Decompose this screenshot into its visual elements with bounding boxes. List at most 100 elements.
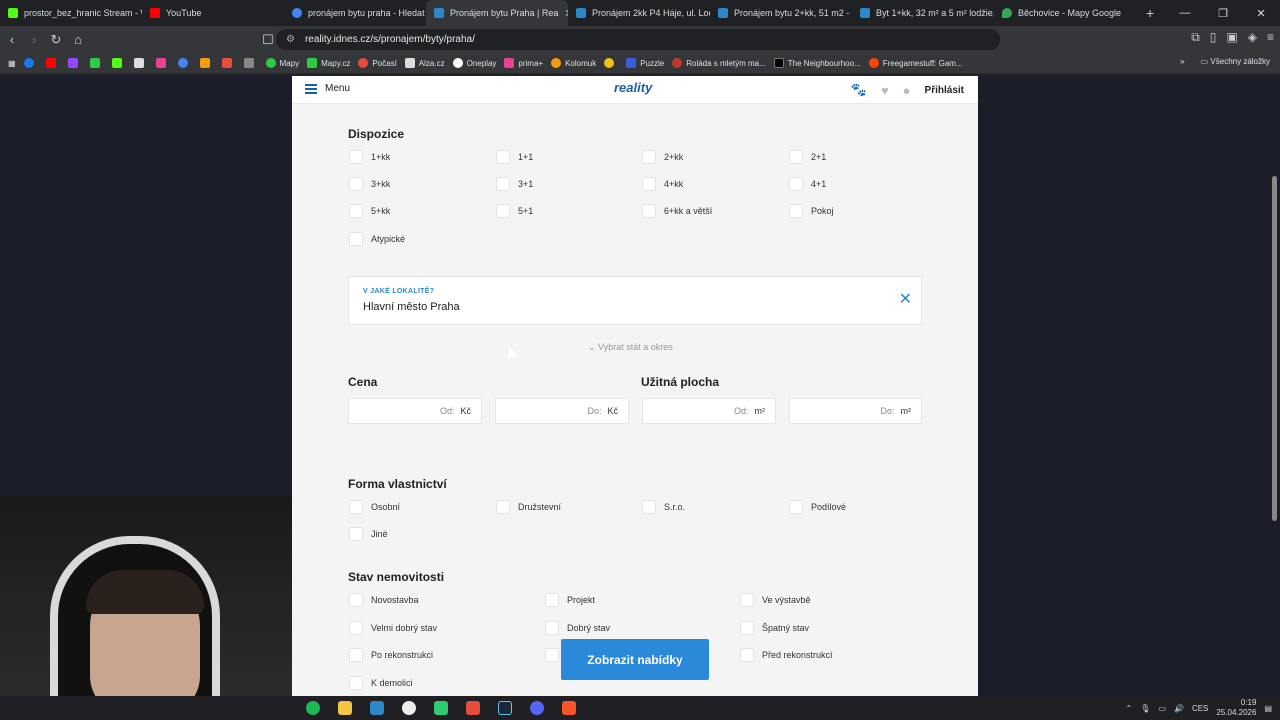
checkbox-box[interactable] [740, 648, 754, 662]
bookmark-icon[interactable] [243, 58, 258, 68]
checkbox-dispozice[interactable]: 5+kk [349, 204, 390, 218]
area-to-input[interactable]: Do: m² [789, 398, 922, 424]
bookmark-mapy[interactable]: Mapy [265, 58, 299, 68]
bookmark-neighbourhood[interactable]: The Neighbourhoo... [773, 58, 861, 68]
checkbox-box[interactable] [740, 593, 754, 607]
bookmark-icon[interactable] [604, 58, 618, 68]
checkbox-stav[interactable]: Špatný stav [740, 621, 809, 635]
forward-icon[interactable]: › [24, 32, 44, 47]
area-from-input[interactable]: Od: m² [642, 398, 776, 424]
bookmark-icon[interactable] [221, 58, 236, 68]
bookmark-twitch-icon[interactable] [67, 58, 82, 68]
checkbox-dispozice[interactable]: 4+kk [642, 177, 683, 191]
checkbox-box[interactable] [496, 204, 510, 218]
checkbox-dispozice[interactable]: Atypické [349, 232, 405, 246]
bookmark-alza[interactable]: Alza.cz [404, 58, 445, 68]
close-tab-icon[interactable]: ✕ [558, 7, 568, 20]
site-info-icon[interactable]: ⚙ [286, 34, 295, 45]
checkbox-box[interactable] [349, 676, 363, 690]
steam-icon[interactable] [490, 697, 520, 719]
login-link[interactable]: Přihlásit [925, 85, 964, 96]
clear-location-icon[interactable]: ✕ [899, 289, 912, 309]
bookmark-puzzle[interactable]: Puzzle [626, 58, 664, 68]
checkbox-stav[interactable]: Dobrý stav [545, 621, 610, 635]
tab[interactable]: pronájem bytu praha - Hledat [284, 0, 426, 26]
user-icon[interactable]: ● [903, 83, 911, 98]
checkbox-box[interactable] [545, 648, 559, 662]
bookmark-google-icon[interactable] [177, 58, 192, 68]
show-offers-button[interactable]: Zobrazit nabídky [561, 639, 709, 680]
scrollbar-thumb[interactable] [1272, 176, 1277, 521]
all-bookmarks[interactable]: ▭ Všechny záložky [1201, 57, 1270, 66]
checkbox-stav[interactable]: Projekt [545, 593, 595, 607]
checkbox-stav[interactable]: Ve výstavbě [740, 593, 811, 607]
scrollbar[interactable] [1270, 76, 1280, 696]
price-from-input[interactable]: Od: Kč [348, 398, 482, 424]
checkbox-dispozice[interactable]: Pokoj [789, 204, 834, 218]
checkbox-box[interactable] [496, 150, 510, 164]
github-icon[interactable] [394, 697, 424, 719]
new-tab-button[interactable]: + [1134, 5, 1166, 21]
checkbox-dispozice[interactable]: 2+kk [642, 150, 683, 164]
bookmark-green-icon[interactable] [89, 58, 104, 68]
checkbox-box[interactable] [740, 621, 754, 635]
checkbox-dispozice[interactable]: 2+1 [789, 150, 826, 164]
checkbox-box[interactable] [789, 150, 803, 164]
clock[interactable]: 0:19 25.04.2026 [1216, 698, 1256, 718]
checkbox-dispozice[interactable]: 4+1 [789, 177, 826, 191]
checkbox-forma[interactable]: S.r.o. [642, 500, 685, 514]
tab[interactable]: Pronájem bytu 2+kk, 51 m2 - P [710, 0, 852, 26]
checkbox-box[interactable] [349, 621, 363, 635]
microphone-icon[interactable]: 🎙 [1140, 704, 1150, 713]
checkbox-box[interactable] [789, 177, 803, 191]
checkbox-box[interactable] [349, 150, 363, 164]
reality-logo[interactable]: reality [614, 80, 652, 95]
price-to-input[interactable]: Do: Kč [495, 398, 629, 424]
heart-icon[interactable]: ♥ [881, 83, 889, 98]
location-field[interactable]: V JAKÉ LOKALITĚ? Hlavní město Praha ✕ [348, 276, 922, 325]
chevron-up-icon[interactable]: ⌃ [1126, 704, 1133, 713]
app-icon[interactable] [458, 697, 488, 719]
file-explorer-icon[interactable] [330, 697, 360, 719]
sidebar-icon[interactable]: ▯ [1210, 30, 1217, 45]
bookmark-icon[interactable] [155, 58, 170, 68]
bookmark-kick-icon[interactable] [111, 58, 126, 68]
checkbox-box[interactable] [349, 232, 363, 246]
tab[interactable]: Pronájem 2kk P4 Háje, ul. Loos [568, 0, 710, 26]
tab[interactable]: Byt 1+kk, 32 m² a 5 m² lodžie, [852, 0, 994, 26]
bookmark-oneplay[interactable]: Oneplay [452, 58, 496, 68]
back-icon[interactable]: ‹ [2, 32, 22, 47]
checkbox-box[interactable] [349, 500, 363, 514]
bookmark-mapycz[interactable]: Mapy.cz [307, 58, 350, 68]
checkbox-box[interactable] [642, 150, 656, 164]
tab[interactable]: prostor_bez_hranic Stream - W [0, 0, 142, 26]
checkbox-box[interactable] [349, 177, 363, 191]
bookmark-anchor-icon[interactable] [133, 58, 148, 68]
bookmark-freegamestuff[interactable]: Freegamestuff: Gam... [868, 58, 963, 68]
url-bar[interactable]: ⚙ reality.idnes.cz/s/pronajem/byty/praha… [276, 29, 1000, 50]
checkbox-box[interactable] [642, 500, 656, 514]
checkbox-box[interactable] [642, 177, 656, 191]
maximize-icon[interactable]: ❐ [1204, 7, 1242, 20]
checkbox-stav[interactable]: Před rekonstrukcí [740, 648, 833, 662]
bookmark-icon[interactable]: ☐ [258, 32, 278, 48]
volume-icon[interactable]: 🔊 [1174, 704, 1184, 713]
extensions-icon[interactable]: ⧉ [1191, 30, 1200, 45]
tab[interactable]: YouTube [142, 0, 284, 26]
checkbox-forma[interactable]: Družstevní [496, 500, 561, 514]
language-indicator[interactable]: CES [1192, 704, 1208, 713]
checkbox-dispozice[interactable]: 3+kk [349, 177, 390, 191]
reload-icon[interactable]: ↻ [46, 32, 66, 48]
close-window-icon[interactable]: ✕ [1242, 7, 1280, 20]
vscode-icon[interactable] [362, 697, 392, 719]
tab[interactable]: Běchovice - Mapy Google [994, 0, 1134, 26]
notifications-icon[interactable]: ▤ [1264, 704, 1272, 713]
wallet-icon[interactable]: ▣ [1226, 30, 1237, 45]
paw-icon[interactable]: 🐾 [851, 82, 867, 98]
checkbox-box[interactable] [496, 177, 510, 191]
minimize-icon[interactable]: — [1166, 7, 1204, 19]
bookmark-rolada[interactable]: Roláda s mletým ma... [672, 58, 766, 68]
checkbox-dispozice[interactable]: 3+1 [496, 177, 533, 191]
checkbox-box[interactable] [545, 593, 559, 607]
checkbox-box[interactable] [349, 648, 363, 662]
